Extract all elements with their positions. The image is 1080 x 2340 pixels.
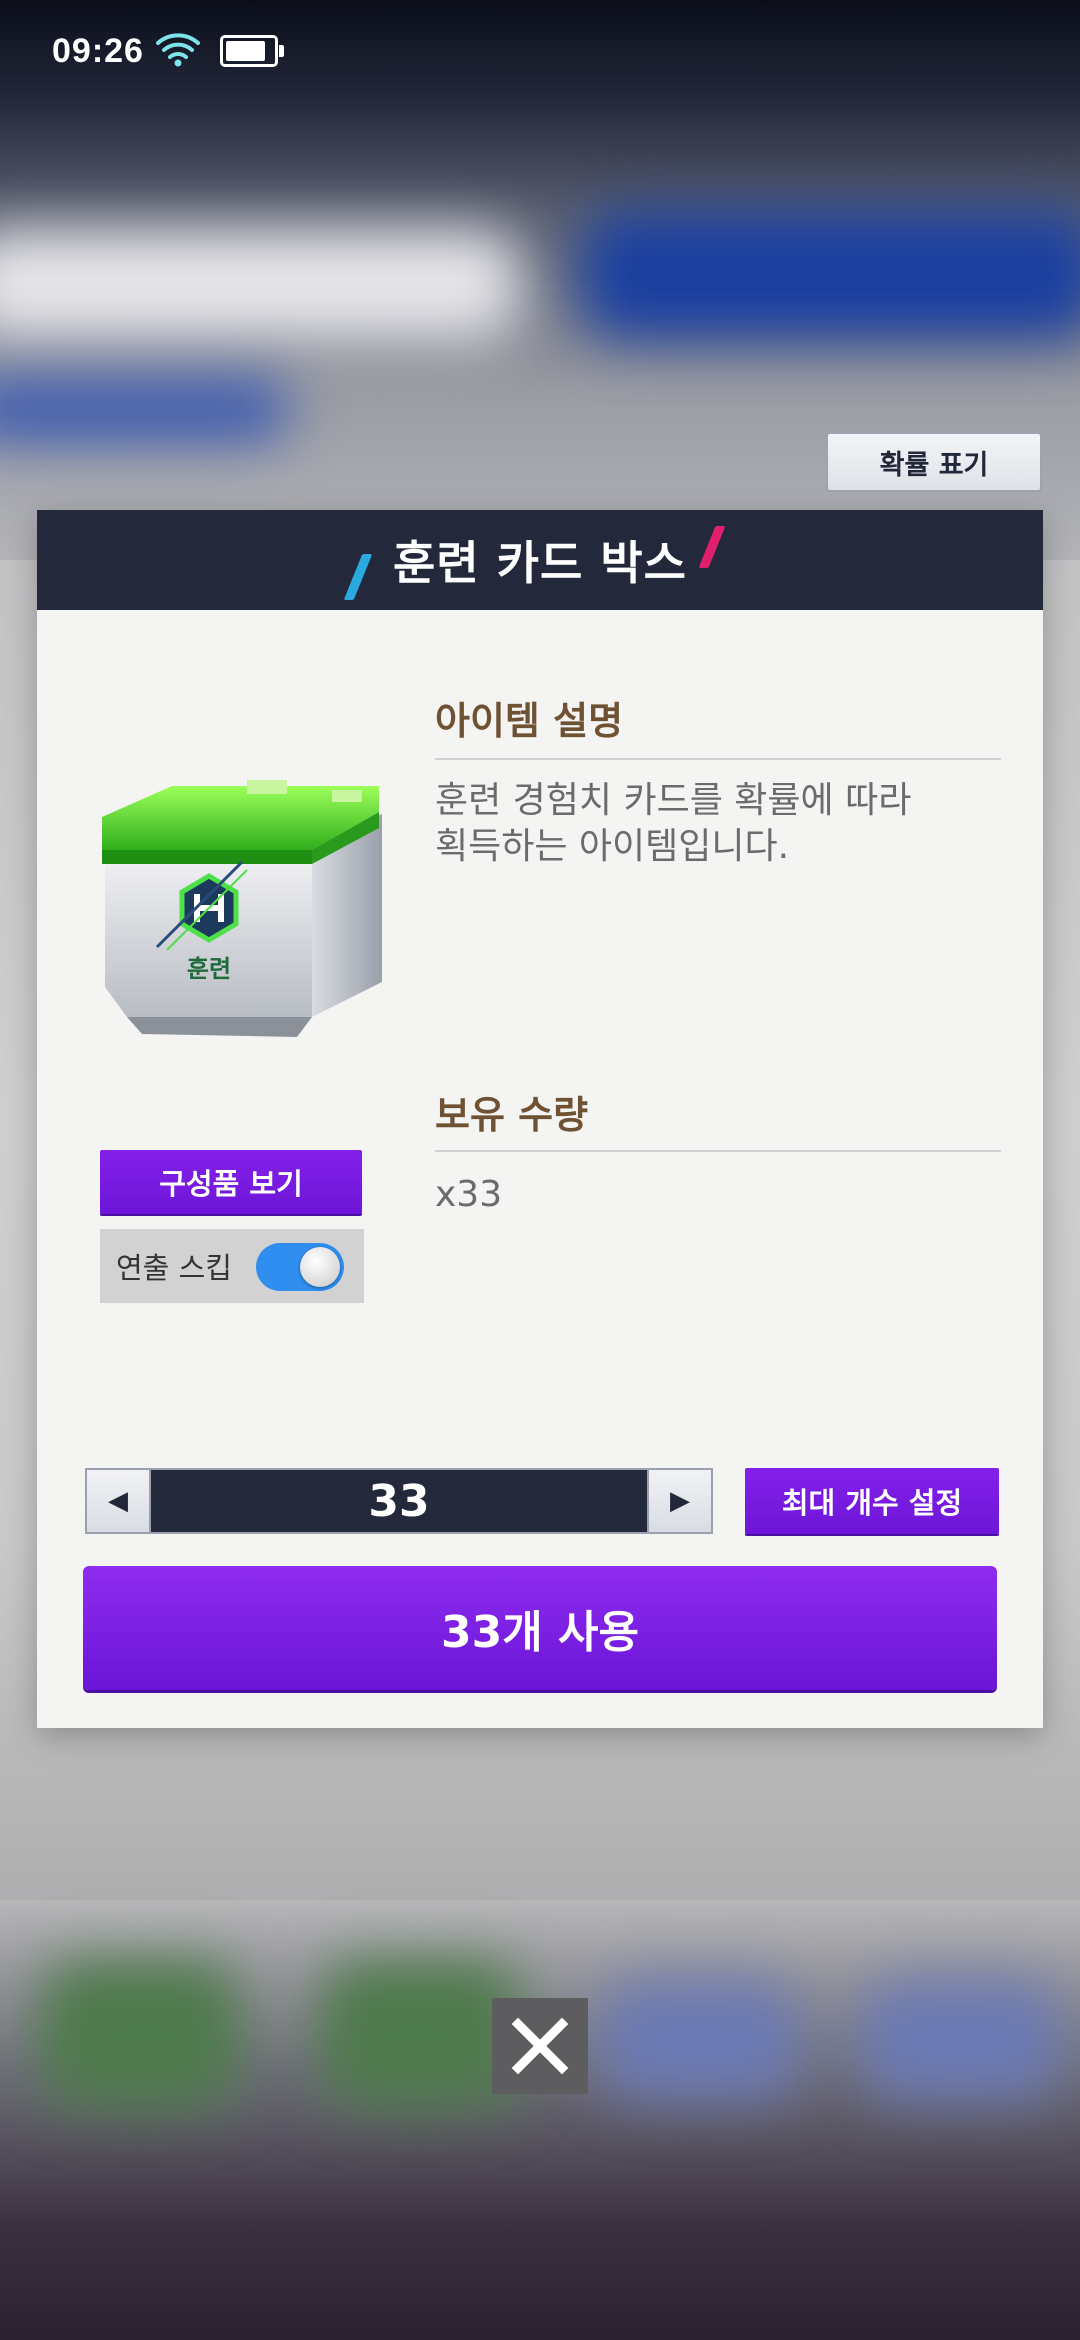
- arrow-left-icon: ◀: [108, 1486, 128, 1516]
- modal-title: 훈련 카드 박스: [393, 536, 687, 590]
- background-blob: [860, 1980, 1060, 2100]
- description-title: 아이템 설명: [435, 699, 624, 743]
- background-blob: [320, 1960, 520, 2110]
- description-text: 훈련 경험치 카드를 확률에 따라 획득하는 아이템입니다.: [435, 778, 995, 870]
- toggle-knob: [300, 1247, 340, 1287]
- item-modal: 훈련 카드 박스 훈련 구성품 보기 연출 스킵 아이템 설명 훈련 경험치 카…: [37, 510, 1043, 1728]
- max-quantity-button[interactable]: 최대 개수 설정: [745, 1468, 999, 1534]
- skip-effect-row: 연출 스킵: [100, 1229, 364, 1303]
- description-line: 획득하는 아이템입니다.: [435, 826, 790, 867]
- item-box-image: 훈련: [97, 772, 387, 1042]
- skip-effect-label: 연출 스킵: [116, 1251, 232, 1285]
- header-slash-blue: [343, 554, 373, 600]
- close-button[interactable]: [492, 1998, 588, 2094]
- background-blob: [580, 210, 1080, 340]
- quantity-value[interactable]: 33: [149, 1470, 649, 1532]
- view-components-button[interactable]: 구성품 보기: [100, 1150, 362, 1214]
- probability-button[interactable]: 확률 표기: [826, 432, 1042, 492]
- quantity-stepper: ◀ 33 ▶: [85, 1468, 713, 1534]
- skip-effect-toggle[interactable]: [256, 1243, 344, 1291]
- battery-icon: [219, 35, 284, 67]
- modal-header: 훈련 카드 박스: [37, 510, 1043, 610]
- use-item-button[interactable]: 33개 사용: [83, 1566, 997, 1690]
- background-blob: [40, 1960, 240, 2110]
- header-slash-pink: [698, 526, 726, 568]
- background-blob: [600, 1980, 800, 2100]
- item-box-label: 훈련: [187, 955, 231, 983]
- holdings-divider: [435, 1150, 1001, 1152]
- close-icon: [511, 2017, 569, 2075]
- description-divider: [435, 758, 1001, 760]
- battery-level: [225, 41, 265, 61]
- background-blob: [0, 380, 290, 440]
- wifi-icon: [155, 31, 200, 71]
- decrease-button[interactable]: ◀: [87, 1470, 151, 1532]
- status-time: 09:26: [52, 31, 144, 70]
- holdings-title: 보유 수량: [435, 1093, 589, 1137]
- holdings-value: x33: [435, 1174, 503, 1215]
- status-bar: 09:26: [52, 26, 284, 76]
- background-blob: [0, 230, 520, 340]
- description-line: 훈련 경험치 카드를 확률에 따라: [435, 780, 912, 821]
- arrow-right-icon: ▶: [670, 1486, 690, 1516]
- increase-button[interactable]: ▶: [647, 1470, 711, 1532]
